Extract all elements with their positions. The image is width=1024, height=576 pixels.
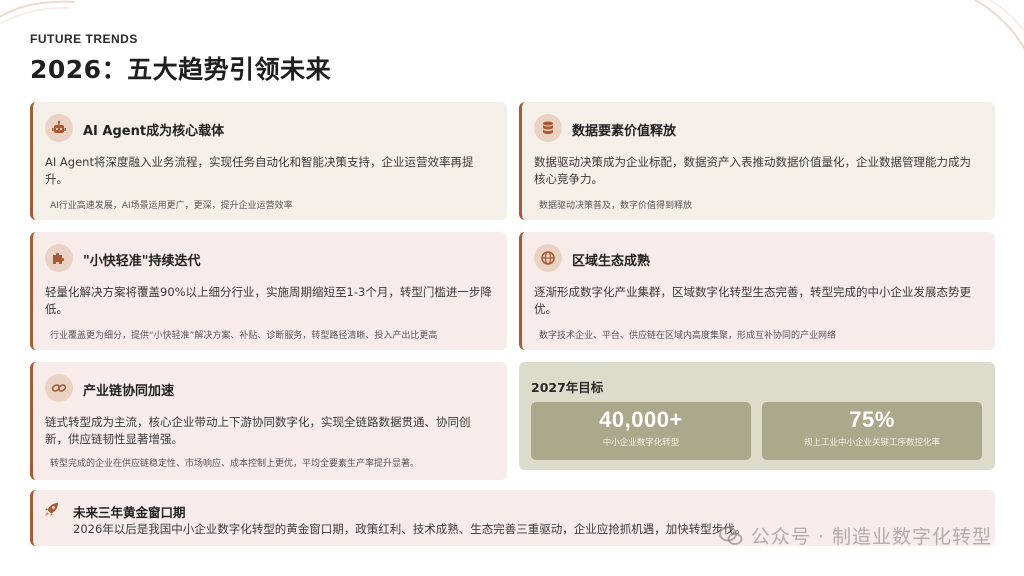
trend-card-data-value: 数据要素价值释放 数据驱动决策成为企业标配，数据资产入表推动数据价值量化，企业数… [519,102,995,220]
card-note: 数据驱动决策普及，数字价值得到释放 [539,201,693,211]
card-note: 转型完成的企业在供应链稳定性、市场响应、成本控制上更优，平均全要素生产率提升显著… [50,459,420,469]
trend-card-ai-agent: AI Agent成为核心载体 AI Agent将深度融入业务流程，实现任务自动化… [30,102,507,220]
puzzle-icon [45,244,73,272]
globe-icon [534,244,562,272]
card-title: AI Agent成为核心载体 [83,124,225,139]
goal-label: 中小企业数字化转型 [602,438,680,448]
goal-stat-nc-rate: 75% 规上工业中小企业关键工序数控化率 [762,402,982,460]
robot-icon [45,114,73,142]
card-description: 链式转型成为主流，核心企业带动上下游协同数字化，实现全链路数据贯通、协同创新，供… [45,415,471,446]
watermark: 公众号 · 制造业数字化转型 [718,522,992,549]
card-title: 数据要素价值释放 [572,124,677,139]
link-icon [45,374,73,402]
card-title: 产业链协同加速 [83,384,175,399]
corner-decoration [0,0,76,25]
trend-card-industry-chain: 产业链协同加速 链式转型成为主流，核心企业带动上下游协同数字化，实现全链路数据贯… [30,362,507,480]
card-note: 行业覆盖更为细分，提供“小快轻准”解决方案、补贴、诊断服务，转型路径清晰、投入产… [50,331,438,341]
card-title: 区域生态成熟 [572,254,651,269]
trend-card-small-fast: "小快轻准"持续迭代 轻量化解决方案将覆盖90%以上细分行业，实施周期缩短至1-… [30,232,507,350]
card-description: 逐渐形成数字化产业集群，区域数字化转型生态完善，转型完成的中小企业发展态势更优。 [534,285,971,316]
card-title: "小快轻准"持续迭代 [83,254,201,269]
goal-value: 40,000+ [599,407,683,432]
banner-description: 2026年以后是我国中小企业数字化转型的黄金窗口期，政策红利、技术成熟、生态完善… [73,522,747,536]
card-description: 数据驱动决策成为企业标配，数据资产入表推动数据价值量化，企业数据管理能力成为核心… [534,155,971,186]
goals-panel: 2027年目标 40,000+ 中小企业数字化转型 75% 规上工业中小企业关键… [519,362,995,470]
card-note: AI行业高速发展，AI场景运用更广，更深，提升企业运营效率 [50,201,293,211]
watermark-text: 公众号 · 制造业数字化转型 [750,526,992,548]
goal-value: 75% [849,407,895,432]
banner-title: 未来三年黄金窗口期 [73,505,186,520]
goals-title: 2027年目标 [531,380,604,395]
card-description: 轻量化解决方案将覆盖90%以上细分行业，实施周期缩短至1-3个月，转型门槛进一步… [45,285,492,316]
eyebrow-label: FUTURE TRENDS [30,32,138,46]
goal-stat-enterprises: 40,000+ 中小企业数字化转型 [531,402,751,460]
database-icon [534,114,562,142]
page-title: 2026：五大趋势引领未来 [30,55,332,84]
goal-label: 规上工业中小企业关键工序数控化率 [803,438,940,448]
wechat-icon [718,526,743,545]
card-description: AI Agent将深度融入业务流程，实现任务自动化和智能决策支持，企业运营效率再… [45,155,474,186]
corner-decoration [974,0,1024,50]
rocket-icon [45,503,58,516]
trend-card-regional-ecosystem: 区域生态成熟 逐渐形成数字化产业集群，区域数字化转型生态完善，转型完成的中小企业… [519,232,995,350]
card-note: 数字技术企业、平台、供应链在区域内高度集聚，形成互补协同的产业网络 [539,331,837,341]
